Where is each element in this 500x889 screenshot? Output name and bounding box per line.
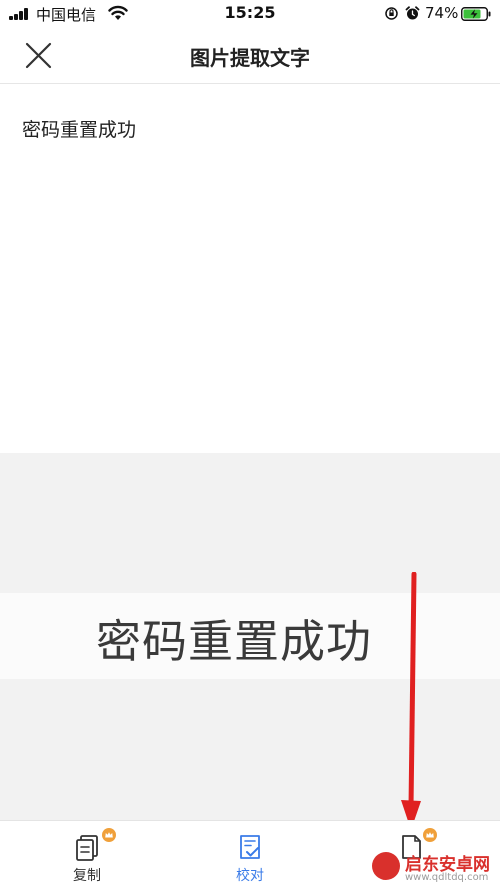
page-title: 图片提取文字	[190, 46, 310, 70]
proofread-icon	[240, 835, 260, 859]
extracted-text[interactable]: 密码重置成功	[22, 115, 136, 142]
extracted-text-area[interactable]: 密码重置成功	[0, 85, 500, 453]
source-image-text: 密码重置成功	[96, 615, 373, 668]
copy-icon	[76, 835, 98, 861]
watermark-url: www.qdltdq.com	[405, 872, 489, 883]
alarm-icon	[405, 6, 420, 20]
vip-crown-badge-icon	[102, 828, 116, 842]
navigation-bar: 图片提取文字	[0, 28, 500, 84]
battery-percent: 74%	[425, 4, 459, 22]
vip-crown-badge-icon	[423, 828, 437, 842]
rotation-lock-icon	[385, 7, 398, 20]
source-image: 密码重置成功	[0, 593, 500, 679]
source-image-preview: 密码重置成功	[0, 453, 500, 820]
watermark-logo-icon	[372, 852, 400, 880]
copy-button[interactable]: 复制	[5, 821, 171, 889]
status-bar: 中国电信 15:25 74%	[0, 0, 500, 28]
battery-charging-icon	[461, 7, 491, 21]
proofread-label: 校对	[236, 868, 264, 884]
site-watermark: 启东安卓网 www.qdltdq.com	[372, 850, 500, 889]
proofread-button[interactable]: 校对	[167, 821, 333, 889]
copy-label: 复制	[73, 868, 101, 884]
